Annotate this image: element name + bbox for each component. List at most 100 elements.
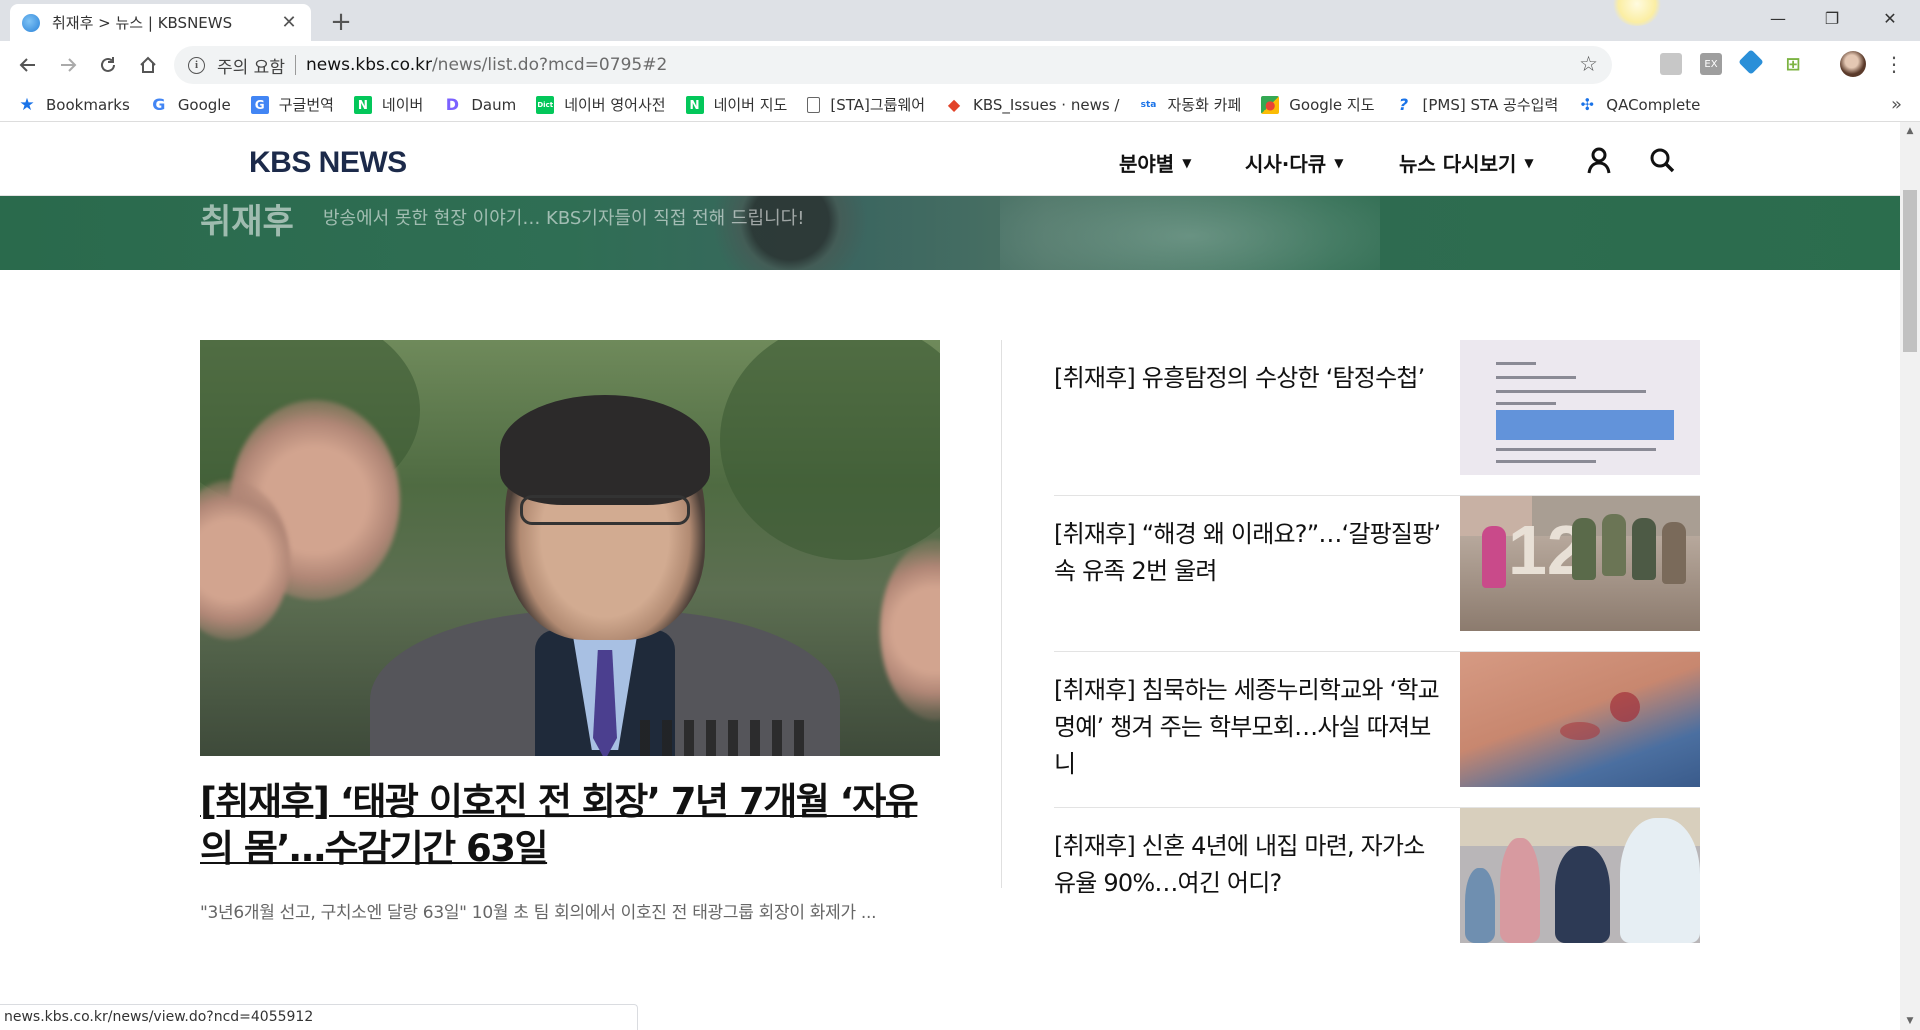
bookmark-item[interactable]: D Daum: [443, 95, 517, 114]
thumb-figure: [1620, 818, 1700, 943]
bookmark-item[interactable]: N 네이버: [353, 94, 424, 115]
back-button[interactable]: [12, 49, 44, 81]
page-scrollbar[interactable]: ▲ ▼: [1900, 122, 1920, 1030]
bookmark-item[interactable]: G Google: [150, 95, 231, 114]
bookmarks-bar: ★ Bookmarks G Google G 구글번역 N 네이버 D Daum Dict…: [0, 88, 1920, 122]
minimize-button[interactable]: —: [1754, 0, 1802, 36]
close-window-button[interactable]: ✕: [1866, 0, 1914, 36]
thumb-figure: [1465, 868, 1495, 943]
side-article[interactable]: [취재후] 신혼 4년에 내집 마련, 자가소유율 90%…여긴 어디?: [1054, 808, 1700, 964]
page-viewport: KBS NEWS 분야별 ▼ 시사·다큐 ▼ 뉴스 다시보기 ▼ 취재후 방송에서 못…: [0, 122, 1920, 1030]
thumb-figure: [1572, 518, 1596, 580]
bookmark-item[interactable]: [STA]그룹웨어: [807, 94, 925, 115]
scrollbar-thumb[interactable]: [1903, 190, 1917, 352]
browser-menu-icon[interactable]: ⋮: [1884, 51, 1904, 77]
lead-article[interactable]: [취재후] ‘태광 이호진 전 회장’ 7년 7개월 ‘자유의 몸’…수감기간 …: [200, 340, 940, 923]
photo-glasses: [520, 495, 690, 525]
thumb-text-line: [1496, 376, 1576, 379]
extension-ladder-icon[interactable]: ⊞: [1782, 53, 1804, 75]
scroll-up-icon[interactable]: ▲: [1900, 122, 1920, 140]
caret-down-icon: ▼: [1182, 155, 1192, 170]
star-icon: ★: [19, 94, 35, 115]
thumb-bruise: [1610, 692, 1640, 722]
thumb-figure: [1482, 526, 1506, 588]
site-header: KBS NEWS 분야별 ▼ 시사·다큐 ▼ 뉴스 다시보기 ▼: [0, 122, 1900, 196]
side-article-thumbnail[interactable]: 12: [1460, 496, 1700, 631]
photo-blurred-face: [880, 540, 940, 720]
side-article[interactable]: [취재후] 유흥탐정의 수상한 ‘탐정수첩’: [1054, 340, 1700, 496]
lead-article-photo[interactable]: [200, 340, 940, 756]
thumb-text-line: [1496, 402, 1556, 405]
caret-down-icon: ▼: [1334, 155, 1344, 170]
bookmark-item[interactable]: ◆ KBS_Issues · news /: [945, 95, 1120, 114]
reload-icon: [101, 57, 115, 72]
bookmark-label: Daum: [471, 95, 517, 114]
bookmark-label: [PMS] STA 공수입력: [1422, 96, 1559, 114]
side-article[interactable]: [취재후] 침묵하는 세종누리학교와 ‘학교 명예’ 챙겨 주는 학부모회…사실…: [1054, 652, 1700, 808]
bookmark-label: Google: [177, 95, 231, 114]
qacomplete-icon: ✣: [1580, 95, 1594, 114]
thumb-figure: [1555, 846, 1610, 943]
extension-diamond-icon[interactable]: [1738, 49, 1764, 75]
close-tab-icon[interactable]: ✕: [279, 12, 299, 33]
photo-foliage: [720, 340, 940, 560]
side-article-title[interactable]: [취재후] 유흥탐정의 수상한 ‘탐정수첩’: [1054, 360, 1444, 397]
bookmark-item[interactable]: ? [PMS] STA 공수입력: [1395, 94, 1559, 115]
nav-category[interactable]: 분야별 ▼: [1119, 148, 1191, 177]
google-icon: G: [152, 95, 166, 114]
restore-button[interactable]: ❐: [1808, 0, 1856, 36]
extension-cast-icon[interactable]: [1660, 53, 1682, 75]
profile-avatar[interactable]: [1840, 51, 1866, 77]
bookmark-item[interactable]: N 네이버 지도: [685, 94, 787, 115]
thumb-highlight: [1496, 410, 1674, 440]
bookmark-item[interactable]: ● Google 지도: [1261, 94, 1375, 115]
lead-article-title[interactable]: [취재후] ‘태광 이호진 전 회장’ 7년 7개월 ‘자유의 몸’…수감기간 …: [200, 778, 940, 872]
side-article-list: [취재후] 유흥탐정의 수상한 ‘탐정수첩’ [취재후] “해경 왜 이래요?”…: [1054, 340, 1700, 964]
side-article-title[interactable]: [취재후] 신혼 4년에 내집 마련, 자가소유율 90%…여긴 어디?: [1054, 828, 1444, 902]
translate-icon: G: [250, 95, 269, 114]
search-icon[interactable]: [1648, 146, 1676, 174]
scroll-down-icon[interactable]: ▼: [1900, 1012, 1920, 1030]
home-button[interactable]: [132, 49, 164, 81]
side-article-thumbnail[interactable]: [1460, 808, 1700, 943]
photo-hair: [500, 395, 710, 505]
browser-toolbar: i 주의 요함 news.kbs.co.kr/news/list.do?mcd=…: [0, 41, 1920, 88]
bookmark-item[interactable]: sta 자동화 카페: [1139, 94, 1242, 115]
caret-down-icon: ▼: [1524, 155, 1534, 170]
side-article-title[interactable]: [취재후] “해경 왜 이래요?”…‘갈팡질팡’ 속 유족 2번 울려: [1054, 516, 1444, 590]
address-separator: [294, 55, 296, 75]
bookmark-label: Bookmarks: [46, 95, 130, 114]
bookmark-label: 자동화 카페: [1167, 96, 1242, 114]
bookmark-item[interactable]: ✣ QAComplete: [1578, 95, 1701, 114]
nav-news-replay[interactable]: 뉴스 다시보기 ▼: [1399, 148, 1534, 177]
bookmarks-more-icon[interactable]: »: [1891, 94, 1902, 115]
address-bar[interactable]: i 주의 요함 news.kbs.co.kr/news/list.do?mcd=…: [174, 46, 1612, 84]
side-article-title[interactable]: [취재후] 침묵하는 세종누리학교와 ‘학교 명예’ 챙겨 주는 학부모회…사실…: [1054, 672, 1444, 783]
link-status-bar: news.kbs.co.kr/news/view.do?ncd=4055912: [0, 1004, 638, 1030]
bookmark-label: 네이버: [381, 96, 424, 114]
maps-icon: ●: [1261, 95, 1280, 114]
security-warning: 주의 요함: [217, 57, 285, 78]
kbs-news-logo[interactable]: KBS NEWS: [249, 146, 407, 180]
bookmark-item[interactable]: G 구글번역: [250, 94, 334, 115]
thumb-bruise: [1560, 722, 1600, 740]
side-article-thumbnail[interactable]: [1460, 340, 1700, 475]
nav-current-affairs[interactable]: 시사·다큐 ▼: [1245, 148, 1343, 177]
bookmark-item[interactable]: Dict 네이버 영어사전: [536, 94, 666, 115]
new-tab-button[interactable]: +: [325, 6, 357, 38]
bookmark-star-icon[interactable]: ☆: [1579, 52, 1598, 76]
info-icon[interactable]: i: [188, 56, 205, 74]
forward-button[interactable]: [52, 49, 84, 81]
lead-article-summary[interactable]: "3년6개월 선고, 구치소엔 달랑 63일" 10월 초 팀 회의에서 이호진…: [200, 898, 940, 923]
bookmark-item[interactable]: ★ Bookmarks: [18, 94, 130, 115]
back-arrow-icon: [19, 58, 35, 72]
dict-icon: Dict: [536, 95, 555, 114]
browser-tab[interactable]: 취재후 > 뉴스 | KBSNEWS ✕: [10, 4, 311, 41]
naver-icon: N: [353, 95, 372, 114]
side-article-thumbnail[interactable]: [1460, 652, 1700, 787]
photo-microphones: [640, 720, 810, 756]
user-icon[interactable]: [1585, 146, 1613, 174]
reload-button[interactable]: [92, 49, 124, 81]
extension-ex-icon[interactable]: EX: [1700, 53, 1722, 75]
side-article[interactable]: [취재후] “해경 왜 이래요?”…‘갈팡질팡’ 속 유족 2번 울려 12: [1054, 496, 1700, 652]
